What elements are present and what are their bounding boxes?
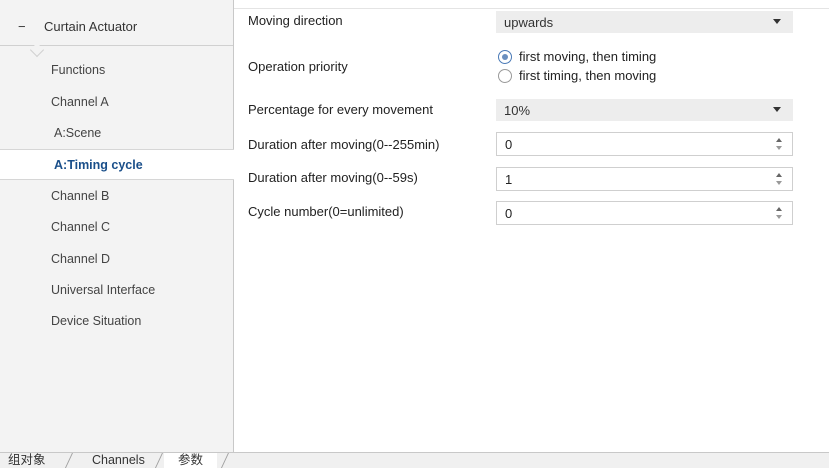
- sidebar-item-label: Device Situation: [51, 314, 142, 328]
- sidebar-item-label: Functions: [51, 63, 106, 77]
- sidebar-item-label: Channel C: [51, 220, 111, 234]
- sidebar-item-label: A:Scene: [54, 126, 102, 140]
- percentage-select[interactable]: 10%: [496, 99, 793, 121]
- sidebar-item-functions[interactable]: Functions: [0, 56, 233, 84]
- sidebar-item-label: A:Timing cycle: [54, 157, 143, 172]
- sidebar: − Curtain Actuator Functions Channel A A…: [0, 0, 234, 452]
- radio-unchecked-icon[interactable]: [498, 68, 512, 83]
- tree-root-curtain-actuator[interactable]: − Curtain Actuator: [0, 8, 233, 46]
- chevron-down-icon: [773, 107, 781, 112]
- sidebar-item-channel-a[interactable]: Channel A: [0, 88, 233, 116]
- sidebar-item-label: Channel D: [51, 252, 111, 266]
- sidebar-item-a-scene[interactable]: A:Scene: [0, 119, 233, 147]
- tab-group-objects[interactable]: 组对象: [8, 453, 46, 468]
- sidebar-item-label: Universal Interface: [51, 283, 156, 297]
- percentage-value: 10%: [504, 102, 531, 118]
- duration-min-label: Duration after moving(0--255min): [248, 137, 440, 152]
- moving-direction-value: upwards: [504, 14, 554, 30]
- moving-direction-select[interactable]: upwards: [496, 11, 793, 33]
- tab-divider: [64, 453, 73, 468]
- priority-option-timing-first[interactable]: first timing, then moving: [498, 68, 656, 83]
- priority-option-label: first timing, then moving: [519, 68, 657, 83]
- sidebar-item-label: Channel A: [51, 95, 109, 109]
- duration-sec-label: Duration after moving(0--59s): [248, 170, 418, 185]
- priority-option-moving-first[interactable]: first moving, then timing: [498, 49, 656, 64]
- duration-sec-value: 1: [505, 171, 513, 187]
- tab-parameters[interactable]: 参数: [164, 453, 218, 468]
- sidebar-item-a-timing-cycle[interactable]: A:Timing cycle: [0, 149, 234, 180]
- duration-min-value: 0: [505, 136, 513, 152]
- chevron-down-icon: [773, 19, 781, 24]
- cycle-number-value: 0: [505, 205, 513, 221]
- stepper-arrows-icon[interactable]: [776, 171, 784, 187]
- sidebar-item-channel-c[interactable]: Channel C: [0, 213, 233, 241]
- bottom-tab-bar: 组对象 Channels 参数: [0, 452, 829, 468]
- panel-top-divider: [234, 8, 829, 9]
- cycle-number-stepper[interactable]: 0: [496, 201, 793, 225]
- priority-option-label: first moving, then timing: [519, 49, 657, 64]
- sidebar-item-universal-interface[interactable]: Universal Interface: [0, 276, 233, 304]
- tab-divider: [154, 453, 163, 468]
- tree-root-label: Curtain Actuator: [44, 19, 138, 34]
- radio-checked-icon[interactable]: [498, 49, 512, 64]
- sidebar-item-device-situation[interactable]: Device Situation: [0, 307, 233, 335]
- sidebar-item-channel-d[interactable]: Channel D: [0, 245, 233, 273]
- sidebar-item-channel-b[interactable]: Channel B: [0, 182, 233, 210]
- parameter-panel: Moving direction upwards Operation prior…: [234, 0, 829, 452]
- tab-channels[interactable]: Channels: [92, 453, 145, 468]
- percentage-label: Percentage for every movement: [248, 102, 433, 117]
- stepper-arrows-icon[interactable]: [776, 205, 784, 221]
- operation-priority-label: Operation priority: [248, 59, 348, 74]
- collapse-icon[interactable]: −: [18, 19, 30, 34]
- tab-divider: [220, 453, 229, 468]
- sidebar-item-label: Channel B: [51, 189, 110, 203]
- duration-sec-stepper[interactable]: 1: [496, 167, 793, 191]
- cycle-number-label: Cycle number(0=unlimited): [248, 204, 404, 219]
- duration-min-stepper[interactable]: 0: [496, 132, 793, 156]
- moving-direction-label: Moving direction: [248, 13, 343, 28]
- stepper-arrows-icon[interactable]: [776, 136, 784, 152]
